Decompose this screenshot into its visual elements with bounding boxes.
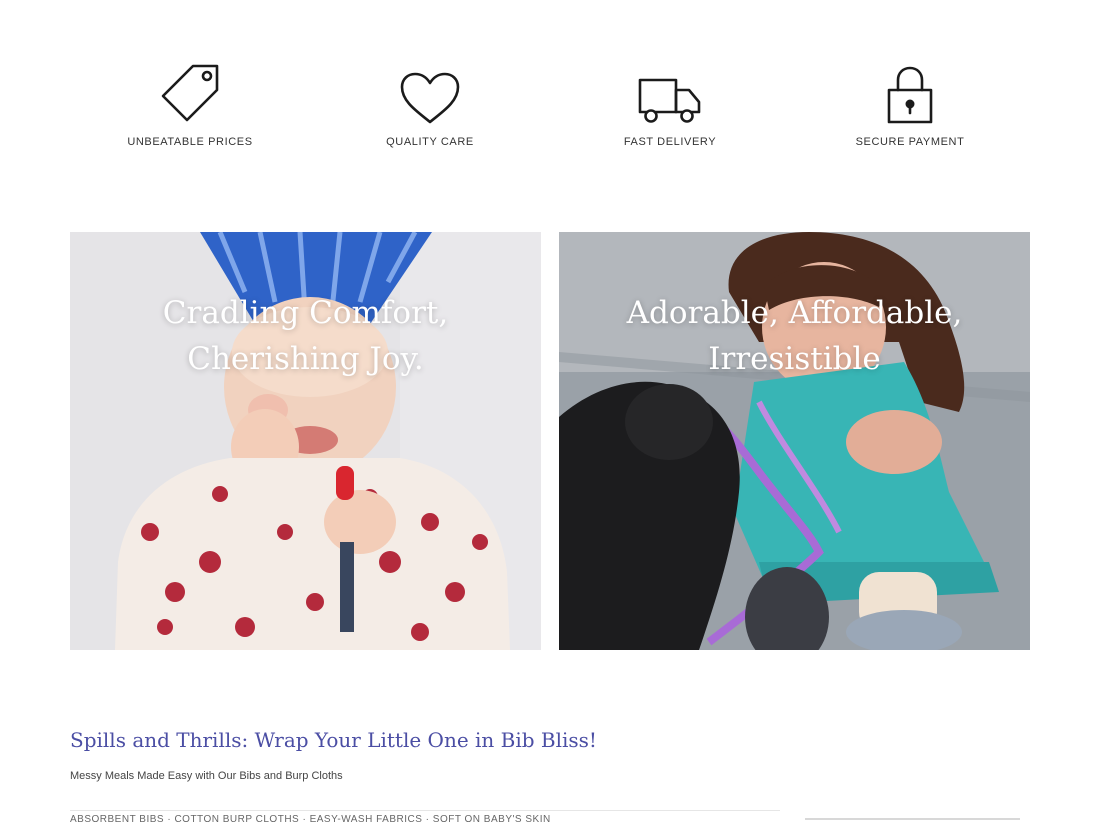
banner-caption: Cradling Comfort, Cherishing Joy. [70, 290, 541, 382]
heart-icon [398, 60, 462, 126]
price-tag-icon [157, 60, 223, 126]
caption-line: Cradling Comfort, [162, 295, 449, 331]
truck-icon [637, 60, 703, 126]
feature-label: Secure Payment [855, 136, 965, 148]
feature-delivery: Fast Delivery [550, 60, 790, 148]
banner-grid: Cradling Comfort, Cherishing Joy. Adorab… [70, 232, 1030, 650]
banner-caption: Adorable, Affordable, Irresistible [559, 290, 1030, 382]
feature-label: Unbeatable Prices [127, 136, 253, 148]
caption-line: Adorable, Affordable, [626, 295, 963, 331]
banner-girl-dog[interactable]: Adorable, Affordable, Irresistible [559, 232, 1030, 650]
feature-label: Fast Delivery [623, 136, 717, 148]
feature-quality: Quality Care [310, 60, 550, 148]
features-row: Unbeatable Prices Quality Care Fast Deli… [70, 60, 1030, 148]
padlock-icon [885, 60, 935, 126]
divider [70, 810, 780, 811]
feature-payment: Secure Payment [790, 60, 1030, 148]
footer-strip: Absorbent bibs · Cotton burp cloths · Ea… [70, 810, 1030, 826]
promo-subtitle: Messy Meals Made Easy with Our Bibs and … [70, 770, 343, 782]
divider [805, 818, 1020, 820]
feature-prices: Unbeatable Prices [70, 60, 310, 148]
caption-line: Irresistible [708, 341, 881, 377]
feature-label: Quality Care [386, 136, 474, 148]
banner-baby-comfort[interactable]: Cradling Comfort, Cherishing Joy. [70, 232, 541, 650]
caption-line: Cherishing Joy. [187, 341, 424, 377]
promo-title[interactable]: Spills and Thrills: Wrap Your Little One… [70, 728, 597, 752]
footer-strip-text: Absorbent bibs · Cotton burp cloths · Ea… [70, 814, 551, 825]
